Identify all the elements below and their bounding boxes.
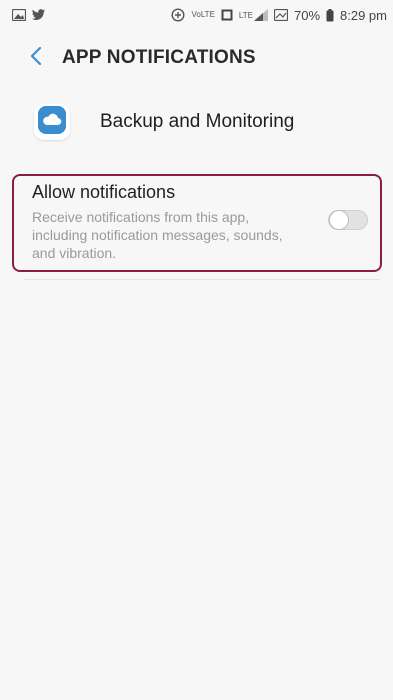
volte-label: VoLTE [191, 10, 215, 19]
header: APP NOTIFICATIONS [0, 36, 393, 80]
allow-notifications-description: Receive notifications from this app, inc… [32, 209, 283, 261]
signal-icon: LTE [239, 9, 268, 21]
battery-icon [326, 8, 334, 22]
data-saver-icon [171, 8, 185, 22]
divider [24, 279, 380, 280]
app-icon [34, 104, 70, 140]
gallery-icon [12, 9, 26, 21]
cloud-icon [38, 105, 66, 139]
twitter-icon [32, 9, 46, 21]
toggle-knob [329, 210, 349, 230]
app-notifications-screen: VoLTE LTE 70% 8:29 pm APP NOTIFICATIONS … [0, 0, 393, 700]
battery-percent: 70% [293, 7, 321, 23]
signal-label: LTE [238, 10, 253, 20]
screen-icon [221, 9, 233, 21]
status-left [12, 9, 46, 21]
chevron-left-icon [29, 46, 43, 71]
allow-notifications-toggle[interactable] [328, 210, 368, 230]
app-name: Backup and Monitoring [100, 111, 295, 132]
allow-notifications-title: Allow notifications [32, 182, 176, 202]
status-bar: VoLTE LTE 70% 8:29 pm [0, 0, 393, 30]
page-title: APP NOTIFICATIONS [62, 47, 256, 68]
app-info-row: Backup and Monitoring [0, 92, 393, 152]
back-button[interactable] [16, 38, 56, 78]
screenshot-icon [273, 9, 288, 21]
volte-icon: VoLTE [191, 11, 214, 19]
allow-notifications-row[interactable]: Allow notifications Receive notification… [12, 174, 382, 272]
clock: 8:29 pm [340, 7, 387, 23]
status-right: VoLTE LTE 70% 8:29 pm [171, 8, 387, 23]
